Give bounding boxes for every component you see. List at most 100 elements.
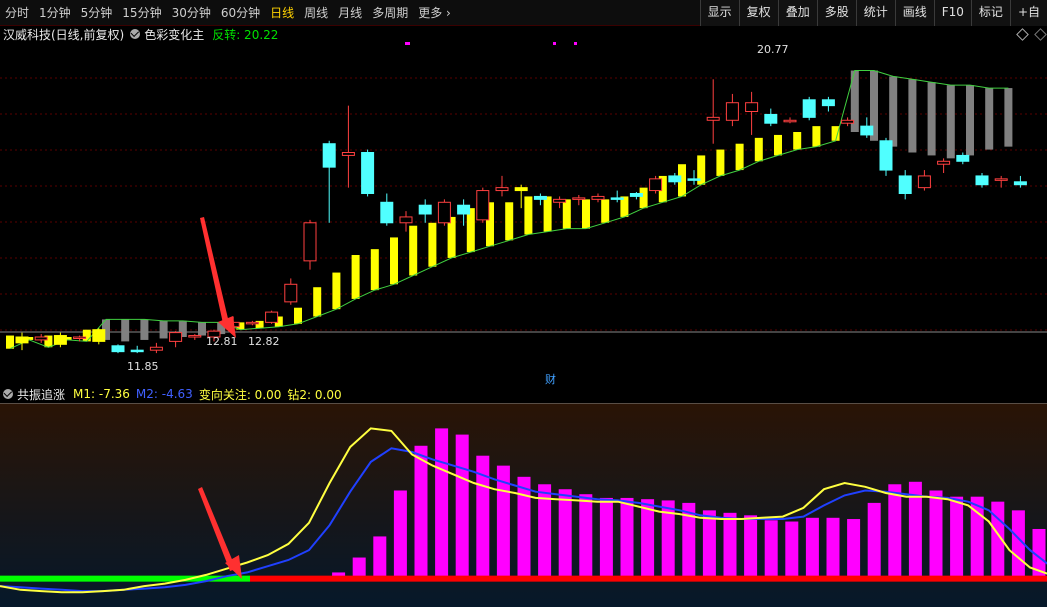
candle-body: [687, 178, 701, 181]
indicator-bar: [6, 335, 14, 349]
indicator-bar: [543, 196, 552, 232]
candle-body: [341, 152, 355, 156]
toolbar-button-8[interactable]: +自: [1009, 0, 1047, 26]
sub-bar: [455, 434, 469, 579]
sub-bar: [847, 519, 861, 579]
main-panel-header: 汉威科技(日线,前复权) 色彩变化主 反转: 20.22: [0, 26, 278, 42]
candle-body: [514, 187, 528, 192]
toolbar-button-5[interactable]: 画线: [894, 0, 934, 26]
sub-bar: [888, 484, 902, 579]
candle-body: [917, 175, 931, 189]
sub-indicator-dropdown-icon[interactable]: [3, 389, 13, 399]
candle-body: [457, 204, 471, 215]
indicator-bar: [409, 225, 418, 276]
indicator-bar: [985, 88, 994, 150]
candle-body: [841, 119, 855, 124]
sub-bar: [620, 497, 634, 579]
toolbar-button-0[interactable]: 显示: [699, 0, 739, 26]
indicator-bar: [927, 82, 936, 156]
candle-body: [553, 198, 567, 203]
toolbar-button-2[interactable]: 叠加: [777, 0, 817, 26]
period-tab-9[interactable]: 多周期: [367, 0, 413, 26]
signal-dot: [574, 42, 577, 45]
period-tab-6[interactable]: 日线: [265, 0, 299, 26]
candle-body: [418, 204, 432, 215]
indicator-name[interactable]: 色彩变化主: [144, 26, 204, 43]
candle-body: [572, 197, 586, 200]
stock-name[interactable]: 汉威科技(日线,前复权): [0, 26, 124, 43]
candle-body: [533, 195, 547, 200]
sub-panel-header: 共振追涨 M1: -7.36 M2: -4.63 变向关注: 0.00 钻2: …: [0, 386, 342, 402]
indicator-bar: [774, 134, 782, 156]
candle-body: [34, 336, 48, 341]
period-tab-2[interactable]: 5分钟: [76, 0, 118, 26]
sub-bar: [1011, 510, 1025, 579]
main-chart[interactable]: [0, 42, 1047, 386]
expand-icon[interactable]: [1034, 28, 1047, 41]
candle-body: [783, 119, 797, 123]
toolbar-button-6[interactable]: F10: [933, 0, 971, 26]
candle-body: [937, 160, 951, 165]
indicator-bar: [370, 249, 379, 291]
indicator-bar: [313, 287, 322, 317]
diamond-icon[interactable]: [1016, 28, 1029, 41]
indicator-bar: [754, 137, 763, 162]
indicator-bar: [639, 187, 648, 209]
indicator-bar: [466, 208, 475, 253]
sub-bar: [393, 490, 407, 579]
indicator-bar: [505, 202, 514, 241]
period-tab-10[interactable]: 更多 ›: [413, 0, 456, 26]
low-price-label: 11.85: [127, 360, 159, 373]
sub-bar: [867, 502, 881, 579]
sub-chart[interactable]: [0, 403, 1047, 607]
period-tab-1[interactable]: 1分钟: [34, 0, 76, 26]
candle-body: [725, 102, 739, 121]
sub-bar: [785, 521, 799, 579]
candle-body: [1013, 181, 1027, 186]
sub-bar: [558, 489, 572, 579]
indicator-bar: [332, 272, 341, 310]
period-tab-5[interactable]: 60分钟: [216, 0, 265, 26]
candle-body: [15, 336, 29, 344]
sub-bar: [805, 517, 819, 579]
sub-bar: [579, 494, 593, 579]
sub-bar: [723, 512, 737, 579]
indicator-bar: [390, 237, 398, 285]
period-tab-7[interactable]: 周线: [299, 0, 333, 26]
candle-body: [111, 345, 125, 353]
candle-body: [495, 187, 509, 192]
period-tab-3[interactable]: 15分钟: [117, 0, 166, 26]
toolbar-button-7[interactable]: 标记: [970, 0, 1010, 26]
signal-dot: [553, 42, 556, 45]
sub-bar: [950, 496, 964, 579]
candle-body: [399, 216, 413, 224]
candle-body: [591, 195, 605, 200]
candle-body: [188, 335, 202, 338]
finance-marker[interactable]: 财: [545, 371, 556, 387]
toolbar-button-4[interactable]: 统计: [855, 0, 895, 26]
zx-value: 变向关注: 0.00: [198, 387, 282, 402]
period-tab-8[interactable]: 月线: [333, 0, 367, 26]
candle-body: [92, 329, 106, 342]
sub-bar: [599, 497, 613, 579]
sub-bar: [517, 476, 531, 579]
indicator-dropdown-icon[interactable]: [130, 29, 141, 39]
sub-indicator-name[interactable]: 共振追涨: [17, 386, 65, 403]
m1-value: M1: -7.36: [73, 387, 130, 401]
candle-body: [130, 349, 144, 353]
candle-body: [284, 283, 298, 303]
candle-body: [476, 190, 490, 221]
candle-body: [668, 175, 682, 183]
candle-body: [706, 116, 720, 121]
toolbar-button-1[interactable]: 复权: [738, 0, 778, 26]
candle-body: [265, 311, 279, 323]
period-tab-0[interactable]: 分时: [0, 0, 34, 26]
toolbar-button-3[interactable]: 多股: [816, 0, 856, 26]
candle-body: [322, 143, 336, 168]
period-tab-4[interactable]: 30分钟: [167, 0, 216, 26]
candle-body: [898, 175, 912, 195]
candle-body: [245, 321, 259, 325]
indicator-bar: [889, 76, 898, 147]
candle-body: [149, 346, 163, 351]
indicator-bar: [582, 199, 590, 229]
